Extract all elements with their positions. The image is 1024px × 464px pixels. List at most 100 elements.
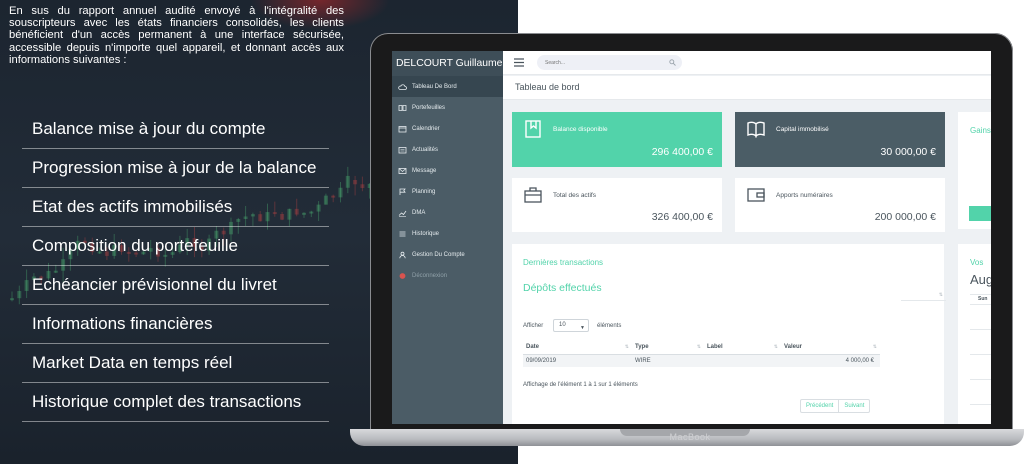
wallet-icon [747,188,765,202]
candle-body [331,195,336,198]
sidebar-item-label: Planning [412,188,436,195]
card-cash-contributions[interactable]: Apports numéraires 200 000,00 € [735,178,945,232]
sidebar-item-label: Gestion Du Compte [412,251,465,258]
chevron-down-icon: ▼ [580,325,585,331]
sidebar-item-dashboard[interactable]: Tableau De Bord [392,76,503,97]
cell-label [704,354,781,367]
user-icon [398,251,407,259]
sidebar-item-calendar[interactable]: Calendrier [392,118,503,139]
sort-icon: ⇅ [696,344,701,350]
column-header-date[interactable]: Date ⇅ [523,341,632,355]
gains-panel-title: Gains [970,126,991,135]
card-title: Total des actifs [553,192,596,199]
table-row[interactable]: 09/09/2019 WIRE 4 000,00 € [523,354,880,367]
deposits-heading: Dépôts effectués [523,282,602,294]
sidebar-item-label: Tableau De Bord [412,83,457,90]
user-name[interactable]: DELCOURT Guillaume [392,51,503,76]
page-size-select[interactable]: 10 ▼ [553,319,589,332]
cell-type: WIRE [632,354,704,367]
gains-panel: Gains [958,112,991,229]
sidebar-item-label: Calendrier [412,125,440,132]
feature-item: Market Data en temps réel [22,344,329,383]
feature-item: Historique complet des transactions [22,383,329,422]
sidebar-item-logout[interactable]: Déconnexion [392,265,503,286]
page-header: Tableau de bord [503,76,991,100]
gains-panel-button[interactable] [969,206,991,221]
feature-item: Composition du portefeuille [22,227,329,266]
card-value: 296 400,00 € [651,146,713,158]
sidebar-item-message[interactable]: Message [392,160,503,181]
book-icon [398,104,407,112]
calendar-icon [398,125,407,133]
sidebar-item-planning[interactable]: Planning [392,181,503,202]
search-input[interactable] [537,55,682,70]
page-size-value: 10 [559,322,566,328]
page-title: Tableau de bord [515,82,580,92]
hamburger-menu-icon[interactable] [514,58,524,67]
card-value: 326 400,00 € [651,211,713,223]
calendar-divider [970,329,991,330]
feature-item: Balance mise à jour du compte [22,110,329,149]
feature-item: Echéancier prévisionnel du livret [22,266,329,305]
next-button[interactable]: Suivant [838,400,869,412]
sidebar-item-label: DMA [412,209,426,216]
laptop-brand-label: MacBook [669,432,711,442]
sidebar-item-portfolios[interactable]: Portefeuilles [392,97,503,118]
list-icon [398,230,407,238]
sidebar-item-dma[interactable]: DMA [392,202,503,223]
sort-icon: ⇅ [938,292,943,298]
candle-body [17,290,22,299]
cell-value: 4 000,00 € [781,354,880,367]
column-header-label[interactable]: Label ⇅ [704,341,781,355]
sidebar-item-label: Historique [412,230,440,237]
sort-icon: ⇅ [872,344,877,350]
bookmark-icon [525,120,541,138]
column-header-type[interactable]: Type ⇅ [632,341,704,355]
candle-body [345,175,350,188]
cell-date: 09/09/2019 [523,354,632,367]
feature-list: Balance mise à jour du compte Progressio… [22,110,329,422]
card-fixed-capital[interactable]: Capital immobilisé 30 000,00 € [735,112,945,167]
calendar-divider [970,404,991,405]
card-value: 30 000,00 € [880,146,936,158]
calendar-divider [970,304,991,305]
sidebar-item-label: Message [412,167,437,174]
pagination: Précédent Suivant [800,399,871,413]
news-icon [398,146,407,154]
feature-item: Etat des actifs immobilisés [22,188,329,227]
card-title: Apports numéraires [776,192,833,199]
sidebar-item-label: Portefeuilles [412,104,446,111]
power-icon [398,272,407,280]
page-size-label: Afficher [523,323,544,329]
sort-icon: ⇅ [624,344,629,350]
column-header-value[interactable]: Valeur ⇅ [781,341,880,355]
previous-button[interactable]: Précédent [801,400,838,412]
search-icon[interactable] [669,59,676,66]
mail-icon [398,167,407,175]
calendar-panel-title: Vos [970,258,984,267]
sidebar-item-news[interactable]: Actualités [392,139,503,160]
calendar-divider [970,294,991,295]
calendar-month: Aug [970,272,991,287]
sidebar-item-history[interactable]: Historique [392,223,503,244]
transactions-table: Date ⇅ Type ⇅ Label ⇅ Valeur ⇅ 09/09/2019 WI… [523,341,880,367]
card-total-assets[interactable]: Total des actifs 326 400,00 € [512,178,722,232]
card-title: Capital immobilisé [776,126,829,133]
transactions-heading: Dernières transactions [523,258,604,267]
calendar-day-header: Sun [978,296,988,302]
entries-label: éléments [597,323,622,329]
sidebar-item-account[interactable]: Gestion Du Compte [392,244,503,265]
transactions-panel: Dernières transactions Dépôts effectués … [512,244,944,424]
candle-body [338,187,343,198]
candle-body [10,298,14,301]
intro-paragraph: En sus du rapport annuel audité envoyé à… [9,5,344,66]
sidebar: DELCOURT Guillaume Tableau De Bord Porte… [392,51,503,424]
briefcase-icon [524,187,542,203]
feature-item: Progression mise à jour de la balance [22,149,329,188]
card-available-balance[interactable]: Balance disponible 296 400,00 € [512,112,722,167]
cloud-icon [398,83,407,91]
top-bar [503,51,991,75]
laptop-screen: DELCOURT Guillaume Tableau De Bord Porte… [392,51,991,424]
flag-icon [398,188,407,196]
sort-icon: ⇅ [773,344,778,350]
